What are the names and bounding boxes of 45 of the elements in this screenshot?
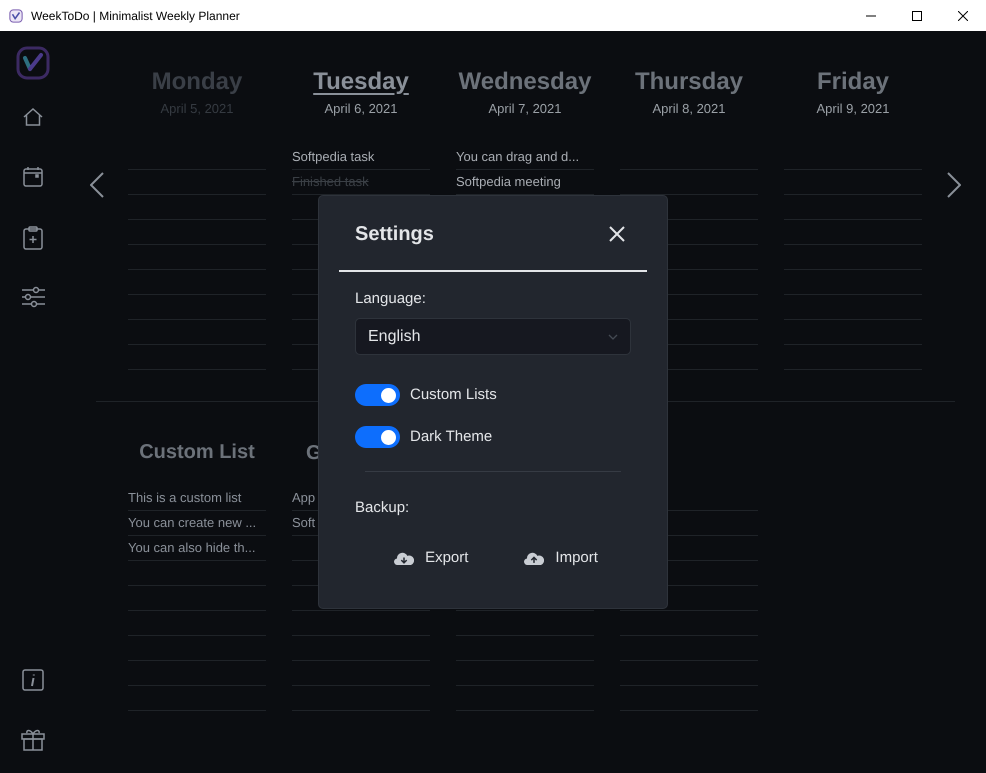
toggle-switch[interactable]: [355, 384, 400, 406]
cloud-icon: [524, 551, 544, 566]
task-text[interactable]: Softpedia task: [292, 147, 374, 167]
cloud-icon: [394, 551, 414, 566]
calendar-icon[interactable]: [22, 166, 44, 188]
toggle-label: Custom Lists: [410, 384, 497, 405]
maximize-icon: [912, 10, 922, 20]
home-icon[interactable]: [22, 106, 44, 128]
close-icon: [958, 10, 968, 20]
day-name: Wednesday: [458, 67, 592, 97]
list-title: Custom List: [139, 440, 255, 465]
day-date: April 9, 2021: [816, 100, 890, 118]
window-title: WeekToDo | Minimalist Weekly Planner: [31, 8, 240, 24]
close-icon: [609, 226, 625, 242]
toggle-switch[interactable]: [355, 426, 400, 448]
sliders-icon[interactable]: [20, 286, 44, 308]
logo-icon: [16, 46, 50, 80]
day-date: April 6, 2021: [324, 100, 398, 118]
task-text[interactable]: Softpedia meeting: [456, 172, 561, 192]
backup-label: Backup:: [355, 498, 410, 518]
day-name: Tuesday: [313, 67, 409, 97]
day-date: April 8, 2021: [652, 100, 726, 118]
day-date: April 7, 2021: [488, 100, 562, 118]
close-button[interactable]: [609, 226, 625, 242]
chevron-down-icon: [608, 334, 618, 340]
app-icon: [9, 8, 23, 22]
info-icon[interactable]: [22, 669, 44, 691]
task-text[interactable]: You can create new ...: [128, 513, 256, 533]
day-name: Friday: [816, 67, 890, 97]
language-label: Language:: [355, 289, 427, 309]
task-text[interactable]: This is a custom list: [128, 488, 242, 508]
dialog-title: Settings: [355, 222, 434, 247]
gift-icon[interactable]: [20, 727, 44, 751]
toggle-label: Dark Theme: [410, 426, 492, 447]
task-text[interactable]: Soft: [292, 513, 316, 533]
export-button[interactable]: Export: [394, 547, 468, 570]
clipboard-plus-icon[interactable]: [22, 226, 44, 250]
task-text[interactable]: You can also hide th...: [128, 538, 256, 558]
next-week-arrow[interactable]: [947, 172, 961, 198]
task-text[interactable]: You can drag and d...: [456, 147, 580, 167]
language-dropdown[interactable]: English: [355, 318, 631, 355]
previous-week-arrow[interactable]: [90, 172, 104, 198]
day-name: Thursday: [634, 67, 744, 97]
import-button[interactable]: Import: [524, 547, 598, 570]
task-text[interactable]: App: [292, 488, 316, 508]
